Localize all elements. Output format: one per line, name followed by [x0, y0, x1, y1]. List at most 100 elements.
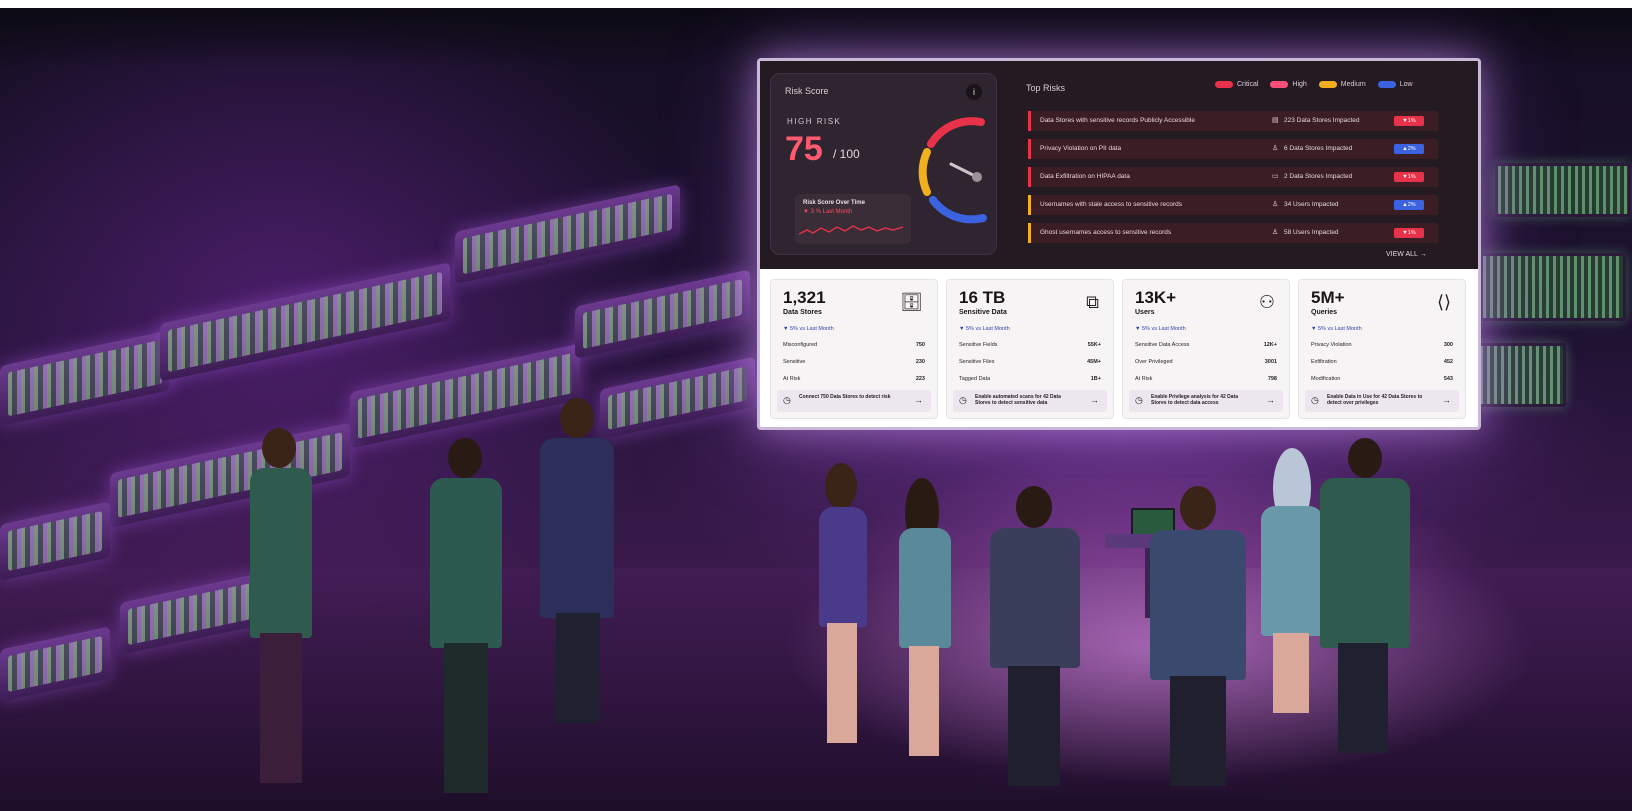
risk-impact: 34 Users Impacted [1284, 201, 1339, 208]
person-torso [250, 468, 312, 638]
stat-row-value: 798 [1267, 376, 1277, 382]
server-rack [575, 269, 750, 359]
server-rack [600, 356, 755, 440]
monitor-icon: ▭ [1272, 173, 1279, 180]
stat-card-sensitive-data[interactable]: 16 TB Sensitive Data ⧉ ▼ 5% vs Last Mont… [946, 279, 1114, 419]
stat-value: 5M+ [1311, 288, 1345, 307]
stat-row: Sensitive Data Access 12K+ [1135, 342, 1277, 356]
stat-row: Over Privileged 3001 [1135, 359, 1277, 373]
stat-row-value: 223 [915, 376, 925, 382]
legend-swatch [1318, 81, 1337, 88]
severity-bar [1028, 111, 1031, 131]
stat-row: Tagged Data 1B+ [959, 376, 1101, 390]
stat-row: Sensitive Files 45M+ [959, 359, 1101, 373]
code-file-icon: ⟨⟩ [1436, 292, 1451, 312]
person-legs [1170, 676, 1226, 786]
trend-badge: ▼1% [1394, 116, 1424, 126]
person-head [560, 398, 594, 438]
risk-over-time-chart: Risk Score Over Time ▼ 3 % Last Month [795, 194, 911, 244]
stat-row-key: At Risk [1135, 376, 1153, 382]
rack-screen [463, 193, 672, 275]
stat-row: Exfiltration 452 [1311, 359, 1453, 373]
risk-score-title: Risk Score [785, 86, 829, 96]
stat-card-data-stores[interactable]: 1,321 Data Stores 🗄 ▼ 5% vs Last Month M… [770, 279, 938, 419]
stat-row: At Risk 798 [1135, 376, 1277, 390]
risk-impact: 6 Data Stores Impacted [1284, 145, 1353, 152]
person-legs [1008, 666, 1060, 786]
legend-item: Critical [1215, 81, 1258, 88]
person-legs [260, 633, 302, 783]
severity-bar [1028, 195, 1031, 215]
arrow-right-icon: → [1090, 395, 1099, 405]
user-icon: ♙ [1272, 229, 1279, 236]
info-icon[interactable]: i [966, 84, 982, 100]
stat-row-value: 300 [1443, 342, 1453, 348]
stat-cta[interactable]: ◷ Enable automated scans for 42 Data Sto… [953, 390, 1107, 412]
server-rack [160, 262, 450, 382]
stat-cta[interactable]: ◷ Enable Data in Use for 42 Data Stores … [1305, 390, 1459, 412]
risk-score-max: / 100 [833, 147, 860, 161]
stat-card-users[interactable]: 13K+ Users ⚇ ▼ 5% vs Last Month Sensitiv… [1122, 279, 1290, 419]
stat-cta-text: Enable automated scans for 42 Data Store… [975, 394, 1061, 406]
data-flow-icon: ⧉ [1086, 292, 1099, 312]
person-torso [990, 528, 1080, 668]
risk-row[interactable]: Ghost usernames access to sensitive reco… [1028, 223, 1438, 243]
person-torso [819, 507, 867, 627]
risk-score-card: Risk Score i HIGH RISK 75 / 100 Risk Sco… [770, 73, 997, 255]
stat-row-value: 750 [915, 342, 925, 348]
risk-impact: 2 Data Stores Impacted [1284, 173, 1353, 180]
stat-value: 13K+ [1135, 288, 1177, 307]
stat-row-key: Misconfigured [783, 342, 818, 348]
side-monitor [1480, 253, 1626, 321]
risk-gauge [918, 117, 987, 224]
risk-row[interactable]: Data Exfiltration on HIPAA data ▭ 2 Data… [1028, 167, 1438, 187]
stat-cta[interactable]: ◷ Enable Privilege analysis for 42 Data … [1129, 390, 1283, 412]
stat-row-value: 12K+ [1263, 342, 1277, 348]
side-monitor [1470, 343, 1566, 407]
stat-cta[interactable]: ◷ Connect 750 Data Stores to detect risk… [777, 390, 931, 412]
stat-row: Sensitive Fields 55K+ [959, 342, 1101, 356]
stat-label: Sensitive Data [959, 309, 1007, 316]
risk-row[interactable]: Data Stores with sensitive records Publi… [1028, 111, 1438, 131]
trend-badge: ▼1% [1394, 172, 1424, 182]
legend-label: Low [1399, 81, 1413, 88]
illustration-scene: Risk Score i HIGH RISK 75 / 100 Risk Sco… [0, 8, 1632, 811]
stat-row: Modification 543 [1311, 376, 1453, 390]
person-head [1016, 486, 1052, 528]
person-legs [444, 643, 488, 793]
legend-swatch [1377, 81, 1396, 88]
risk-row[interactable]: Privacy Violation on PII data ♙ 6 Data S… [1028, 139, 1438, 159]
stat-row-value: 452 [1443, 359, 1453, 365]
stat-row-key: Modification [1311, 376, 1341, 382]
legend-label: Medium [1340, 81, 1366, 88]
stat-delta: ▼ 5% vs Last Month [1135, 326, 1186, 332]
stat-row-key: Sensitive Data Access [1135, 342, 1190, 348]
risk-level-label: HIGH RISK [787, 117, 842, 126]
trend-badge: ▲2% [1394, 144, 1424, 154]
stat-label: Data Stores [783, 309, 822, 316]
stat-value: 16 TB [959, 288, 1006, 307]
stat-row-value: 3001 [1264, 359, 1277, 365]
stat-label: Queries [1311, 309, 1338, 316]
server-rack [0, 329, 170, 427]
legend-label: High [1292, 81, 1307, 88]
user-icon: ♙ [1272, 201, 1279, 208]
risk-row[interactable]: Usernames with stale access to sensitive… [1028, 195, 1438, 215]
stat-row: Misconfigured 750 [783, 342, 925, 356]
stat-row-value: 543 [1443, 376, 1453, 382]
stat-card-queries[interactable]: 5M+ Queries ⟨⟩ ▼ 5% vs Last Month Privac… [1298, 279, 1466, 419]
arrow-right-icon: → [914, 395, 923, 405]
stat-label: Users [1135, 309, 1155, 316]
person-head [262, 428, 296, 468]
severity-bar [1028, 167, 1031, 187]
stat-delta: ▼ 5% vs Last Month [959, 326, 1010, 332]
stat-row-key: At Risk [783, 376, 801, 382]
clock-icon: ◷ [1311, 395, 1319, 405]
trend-badge: ▼1% [1394, 228, 1424, 238]
server-rack [110, 422, 350, 528]
view-all-link[interactable]: VIEW ALL → [1386, 251, 1427, 258]
stat-row-key: Sensitive Files [959, 359, 995, 365]
rack-screen [608, 366, 747, 430]
person-legs [1273, 633, 1309, 713]
risk-description: Usernames with stale access to sensitive… [1040, 201, 1182, 208]
